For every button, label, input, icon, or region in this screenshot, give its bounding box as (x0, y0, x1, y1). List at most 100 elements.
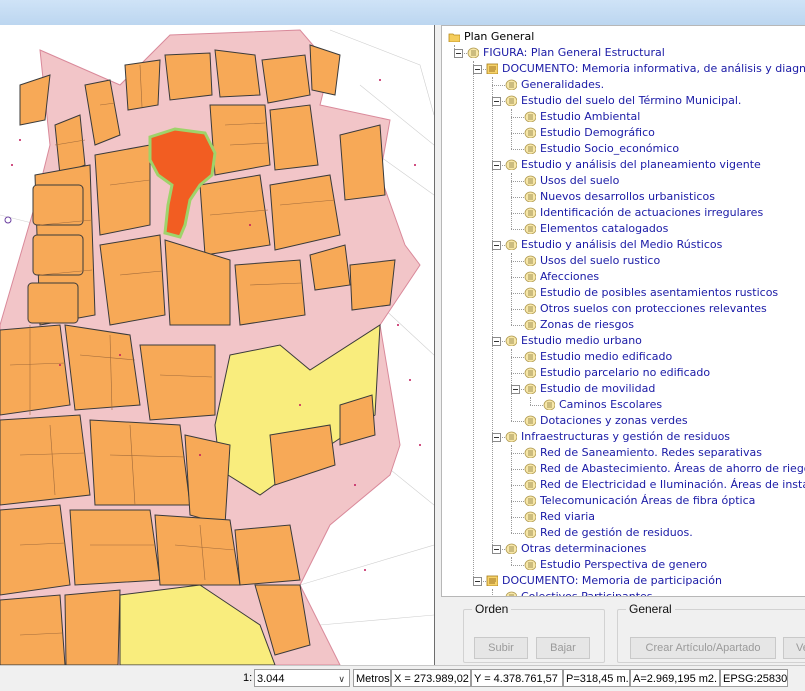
layer-icon (524, 175, 536, 186)
tree-item[interactable]: Usos del suelo rustico (538, 253, 660, 269)
tree-item[interactable]: Estudio de posibles asentamientos rustic… (538, 285, 778, 301)
tree-item[interactable]: DOCUMENTO: Memoria de participación (500, 573, 722, 589)
tree-item-label: Red de Electricidad e Iluminación. Áreas… (540, 478, 805, 491)
tree-item-label: Estudio Perspectiva de genero (540, 558, 708, 571)
tree-item[interactable]: Estudio Perspectiva de genero (538, 557, 707, 573)
tree-connector-line (511, 565, 524, 566)
tree-item[interactable]: FIGURA: Plan General Estructural (481, 45, 665, 61)
crear-articulo-button[interactable]: Crear Artículo/Apartado (630, 637, 776, 659)
tree-connector-line (511, 173, 512, 229)
tree-item[interactable]: Red viaria (538, 509, 595, 525)
tree-item[interactable]: Red de gestión de residuos. (538, 525, 693, 541)
title-bar (0, 0, 805, 26)
tree-item[interactable]: Estudio Demográfico (538, 125, 655, 141)
collapse-toggle-icon[interactable] (473, 65, 482, 74)
tree-connector-line (511, 117, 524, 118)
tree-item[interactable]: Generalidades. (519, 77, 604, 93)
tree-item-label: Caminos Escolares (559, 398, 663, 411)
tree-item[interactable]: Zonas de riesgos (538, 317, 634, 333)
tree-item[interactable]: Estudio y análisis del Medio Rústicos (519, 237, 722, 253)
tree-item[interactable]: Caminos Escolares (557, 397, 662, 413)
tree-item[interactable]: Red de Saneamiento. Redes separativas (538, 445, 762, 461)
tree-item-label: Red de Saneamiento. Redes separativas (540, 446, 762, 459)
layer-icon (524, 287, 536, 298)
tree-connector-line (511, 357, 524, 358)
scale-select[interactable]: 3.044 ∨ (254, 669, 350, 687)
scale-value: 3.044 (257, 673, 285, 685)
tree-item-label: Estudio Demográfico (540, 126, 655, 139)
tree-item[interactable]: Estudio del suelo del Término Municipal. (519, 93, 741, 109)
tree-item[interactable]: Infraestructuras y gestión de residuos (519, 429, 730, 445)
tree-item[interactable]: Estudio Ambiental (538, 109, 640, 125)
bajar-button[interactable]: Bajar (536, 637, 590, 659)
tree-item-label: Estudio parcelario no edificado (540, 366, 711, 379)
tree-connector-line (511, 229, 524, 230)
collapse-toggle-icon[interactable] (454, 49, 463, 58)
tree-item[interactable]: DOCUMENTO: Memoria informativa, de análi… (500, 61, 805, 77)
tree-item[interactable]: Otros suelos con protecciones relevantes (538, 301, 767, 317)
tree-item-label: Red viaria (540, 510, 596, 523)
tree-item[interactable]: Nuevos desarrollos urbanisticos (538, 189, 715, 205)
tree-connector-line (511, 501, 524, 502)
tree-connector-line (511, 253, 512, 325)
layer-icon (524, 367, 536, 378)
tree-item-label: Estudio de movilidad (540, 382, 656, 395)
tree-item[interactable]: Afecciones (538, 269, 599, 285)
tree-item[interactable]: Plan General (462, 29, 534, 45)
tree-item[interactable]: Otras determinaciones (519, 541, 646, 557)
layer-icon (524, 447, 536, 458)
tree-item-label: Estudio de posibles asentamientos rustic… (540, 286, 779, 299)
layer-icon (505, 335, 517, 346)
tree-connector-line (511, 453, 524, 454)
tree-connector-line (511, 517, 524, 518)
tree-item-label: Generalidades. (521, 78, 605, 91)
tree-connector-line (511, 309, 524, 310)
tree-item-label: Otras determinaciones (521, 542, 647, 555)
layer-icon (524, 223, 536, 234)
layer-icon (524, 255, 536, 266)
tree-item[interactable]: Estudio de movilidad (538, 381, 655, 397)
tree-item-label: DOCUMENTO: Memoria informativa, de análi… (502, 62, 805, 75)
collapse-toggle-icon[interactable] (492, 97, 501, 106)
collapse-toggle-icon[interactable] (492, 241, 501, 250)
tree-item[interactable]: Elementos catalogados (538, 221, 668, 237)
tree-item-label: Dotaciones y zonas verdes (540, 414, 688, 427)
tree-item-label: Elementos catalogados (540, 222, 669, 235)
subir-button[interactable]: Subir (474, 637, 528, 659)
tree-connector-line (511, 445, 512, 533)
collapse-toggle-icon[interactable] (492, 161, 501, 170)
collapse-toggle-icon[interactable] (492, 337, 501, 346)
layer-icon (524, 479, 536, 490)
tree-item[interactable]: Usos del suelo (538, 173, 619, 189)
status-bar: 1: 3.044 ∨ Metros X = 273.989,02 Y = 4.3… (0, 665, 805, 691)
tree-item[interactable]: Estudio medio edificado (538, 349, 672, 365)
layer-icon (524, 495, 536, 506)
tree-item[interactable]: Telecomunicación Áreas de fibra óptica (538, 493, 755, 509)
tree-item[interactable]: Estudio Socio_económico (538, 141, 679, 157)
layer-icon (524, 319, 536, 330)
tree-connector-line (511, 485, 524, 486)
collapse-toggle-icon[interactable] (511, 385, 520, 394)
tree-item[interactable]: Dotaciones y zonas verdes (538, 413, 688, 429)
tree-item-label: Telecomunicación Áreas de fibra óptica (540, 494, 756, 507)
tree-item[interactable]: Identificación de actuaciones irregulare… (538, 205, 763, 221)
tree-item-label: Red de Abastecimiento. Áreas de ahorro d… (540, 462, 805, 475)
tree-item-label: Plan General (464, 30, 535, 43)
collapse-toggle-icon[interactable] (492, 545, 501, 554)
collapse-toggle-icon[interactable] (473, 577, 482, 586)
tree-item[interactable]: Estudio medio urbano (519, 333, 642, 349)
ver-button[interactable]: Ve (783, 637, 805, 659)
layer-icon (524, 207, 536, 218)
collapse-toggle-icon[interactable] (492, 433, 501, 442)
layer-icon (524, 511, 536, 522)
layer-icon (505, 159, 517, 170)
map-view[interactable] (0, 25, 435, 665)
layer-icon (505, 95, 517, 106)
tree-item[interactable]: Estudio y análisis del planeamiento vige… (519, 157, 761, 173)
tree-item[interactable]: Colectivos Participantes (519, 589, 653, 596)
tree-item[interactable]: Red de Electricidad e Iluminación. Áreas… (538, 477, 805, 493)
tree-item[interactable]: Red de Abastecimiento. Áreas de ahorro d… (538, 461, 805, 477)
plan-tree[interactable]: Plan General FIGURA: Plan General Estruct… (441, 25, 805, 597)
tree-item[interactable]: Estudio parcelario no edificado (538, 365, 710, 381)
tree-connector-line (511, 421, 524, 422)
